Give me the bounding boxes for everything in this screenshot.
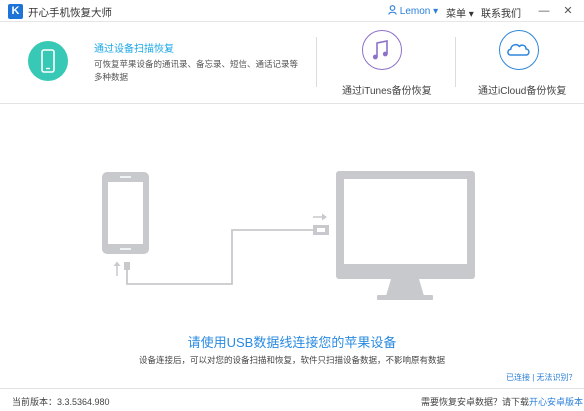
cannot-recognize-link[interactable]: 无法识别？: [537, 373, 577, 382]
connect-device-heading: 请使用USB数据线连接您的苹果设备: [187, 335, 397, 350]
icloud-option-label[interactable]: 通过iCloud备份恢复: [478, 82, 566, 97]
cloud-icon: [507, 43, 530, 56]
user-menu[interactable]: Lemon ▾: [388, 5, 438, 18]
computer-monitor-illustration: [336, 171, 475, 300]
divider: [455, 37, 456, 87]
itunes-option-icon[interactable]: [362, 30, 402, 70]
divider: [316, 37, 317, 87]
help-links: 已连接 | 无法识别？: [506, 372, 577, 383]
app-logo: K: [8, 4, 23, 19]
menu-button[interactable]: 菜单 ▾: [446, 5, 474, 20]
user-name: Lemon: [399, 6, 431, 18]
contact-us-link[interactable]: 联系我们: [481, 5, 521, 20]
device-scan-option-title[interactable]: 通过设备扫描恢复: [94, 40, 174, 55]
title-bar: K 开心手机恢复大师 Lemon ▾ 菜单 ▾ 联系我们 — ✕: [0, 0, 584, 22]
separator: |: [532, 373, 535, 382]
usb-cable: [124, 225, 329, 285]
device-scan-option-icon[interactable]: [28, 41, 68, 81]
phone-illustration: [102, 172, 149, 254]
icloud-option-icon[interactable]: [499, 30, 539, 70]
connect-device-description: 设备连接后，可以对您的设备扫描和恢复，软件只扫描设备数据，不影响原有数据: [138, 355, 445, 365]
android-hint: 需要恢复安卓数据？请下载开心安卓版本: [421, 395, 583, 408]
minimize-button[interactable]: —: [536, 3, 552, 19]
android-hint-text: 需要恢复安卓数据？请下载: [421, 397, 530, 407]
user-icon: [388, 5, 397, 18]
version-label: 当前版本：3.3.5364.980: [12, 397, 110, 407]
chevron-down-icon: ▾: [433, 6, 439, 18]
connected-link[interactable]: 已连接: [506, 373, 530, 382]
music-note-icon: [372, 40, 388, 60]
recovery-mode-options: 通过设备扫描恢复 可恢复苹果设备的通讯录、备忘录、短信、通话记录等多种数据 通过…: [0, 22, 584, 104]
chevron-down-icon: ▾: [468, 9, 474, 20]
arrow-up-icon: [113, 261, 121, 276]
itunes-option-label[interactable]: 通过iTunes备份恢复: [342, 82, 432, 97]
android-download-link[interactable]: 开心安卓版本: [529, 397, 583, 407]
close-button[interactable]: ✕: [560, 3, 576, 19]
app-title: 开心手机恢复大师: [28, 7, 112, 19]
device-scan-option-description: 可恢复苹果设备的通讯录、备忘录、短信、通话记录等多种数据: [94, 59, 299, 82]
usb-connection-illustration: [0, 104, 584, 334]
phone-icon: [41, 49, 55, 73]
menu-label: 菜单: [446, 9, 466, 20]
status-bar: 当前版本：3.3.5364.980 需要恢复安卓数据？请下载开心安卓版本: [0, 388, 584, 411]
arrow-right-icon: [313, 213, 327, 221]
